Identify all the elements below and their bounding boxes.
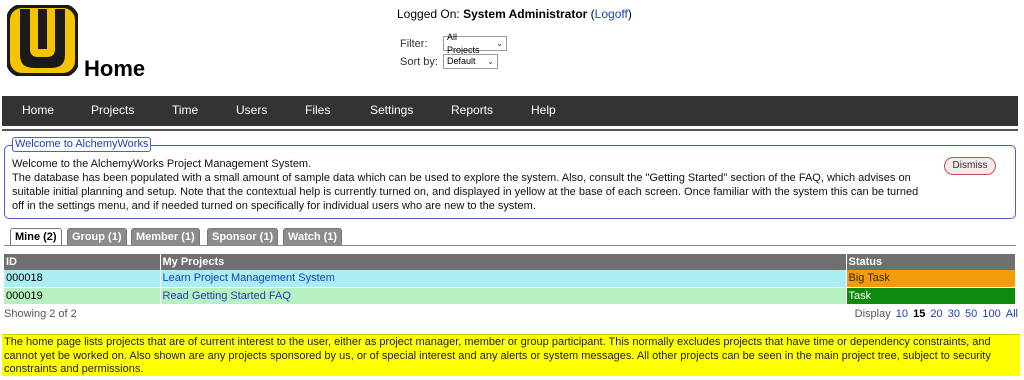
filter-select[interactable]: All Projects ⌄ (443, 32, 507, 55)
status-badge: Big Task (846, 270, 1016, 288)
page-size-10[interactable]: 10 (896, 308, 908, 320)
contextual-help: The home page lists projects that are of… (2, 334, 1020, 376)
dismiss-button[interactable]: Dismiss (944, 157, 996, 175)
welcome-line1: Welcome to the AlchemyWorks Project Mana… (12, 158, 312, 170)
nav-divider (2, 129, 1018, 131)
table-row[interactable]: 000018 Learn Project Management System B… (4, 270, 1016, 288)
cell-id: 000018 (4, 270, 161, 288)
display-label: Display (854, 308, 891, 320)
logged-on-label: Logged On: (397, 7, 460, 21)
cell-id: 000019 (4, 287, 161, 305)
nav-time[interactable]: Time (172, 96, 198, 126)
logoff-link[interactable]: Logoff (595, 7, 628, 21)
nav-projects[interactable]: Projects (91, 96, 134, 126)
sort-label: Sort by: (400, 55, 438, 68)
page-size-100[interactable]: 100 (982, 308, 1000, 320)
table-header-row: ID My Projects Status (4, 254, 1016, 270)
sort-row: Sort by: Default ⌄ (400, 54, 498, 69)
sort-value: Default (447, 56, 476, 66)
tab-member[interactable]: Member (1) (131, 228, 200, 246)
chevron-down-icon: ⌄ (496, 39, 503, 48)
tab-group[interactable]: Group (1) (67, 228, 127, 246)
filter-value: All Projects (447, 31, 480, 55)
page-size-selector: Display 10 15 20 30 50 100 All (855, 308, 1018, 320)
page-title: Home (84, 56, 146, 81)
column-header-status[interactable]: Status (846, 254, 1016, 270)
nav-settings[interactable]: Settings (370, 96, 413, 126)
sort-select[interactable]: Default ⌄ (443, 54, 498, 69)
page-size-20[interactable]: 20 (930, 308, 942, 320)
nav-home[interactable]: Home (22, 96, 54, 126)
logoff-paren-close: ) (627, 7, 632, 21)
column-header-id[interactable]: ID (4, 254, 161, 270)
main-nav: Home Projects Time Users Files Settings … (2, 96, 1018, 126)
tab-watch[interactable]: Watch (1) (283, 228, 343, 246)
showing-count: Showing 2 of 2 (4, 308, 77, 320)
tab-sponsor[interactable]: Sponsor (1) (207, 228, 279, 246)
column-header-projects[interactable]: My Projects (160, 254, 847, 270)
filter-row: Filter: All Projects ⌄ (400, 32, 507, 55)
nav-users[interactable]: Users (236, 96, 267, 126)
nav-files[interactable]: Files (305, 96, 330, 126)
nav-reports[interactable]: Reports (451, 96, 493, 126)
alchemyworks-logo (7, 5, 78, 76)
filter-label: Filter: (400, 37, 428, 50)
page-size-50[interactable]: 50 (965, 308, 977, 320)
status-badge: Task (846, 287, 1016, 305)
tab-divider (4, 245, 1016, 246)
table-row[interactable]: 000019 Read Getting Started FAQ Task (4, 287, 1016, 305)
projects-table: ID My Projects Status 000018 Learn Proje… (4, 254, 1016, 305)
logged-on-status: Logged On: System Administrator (Logoff) (397, 7, 632, 21)
nav-help[interactable]: Help (531, 96, 556, 126)
page-size-15-current: 15 (913, 308, 926, 320)
project-link[interactable]: Read Getting Started FAQ (163, 290, 291, 302)
welcome-body: The database has been populated with a s… (12, 172, 919, 212)
chevron-down-icon: ⌄ (487, 57, 494, 66)
current-user: System Administrator (463, 7, 588, 21)
project-link[interactable]: Learn Project Management System (163, 272, 335, 284)
tab-mine[interactable]: Mine (2) (10, 228, 62, 246)
page-size-30[interactable]: 30 (948, 308, 960, 320)
cell-project: Learn Project Management System (160, 270, 847, 288)
welcome-legend: Welcome to AlchemyWorks (12, 137, 152, 152)
page-size-all[interactable]: All (1006, 308, 1018, 320)
cell-project: Read Getting Started FAQ (160, 287, 847, 305)
welcome-message: Welcome to the AlchemyWorks Project Mana… (12, 157, 927, 213)
